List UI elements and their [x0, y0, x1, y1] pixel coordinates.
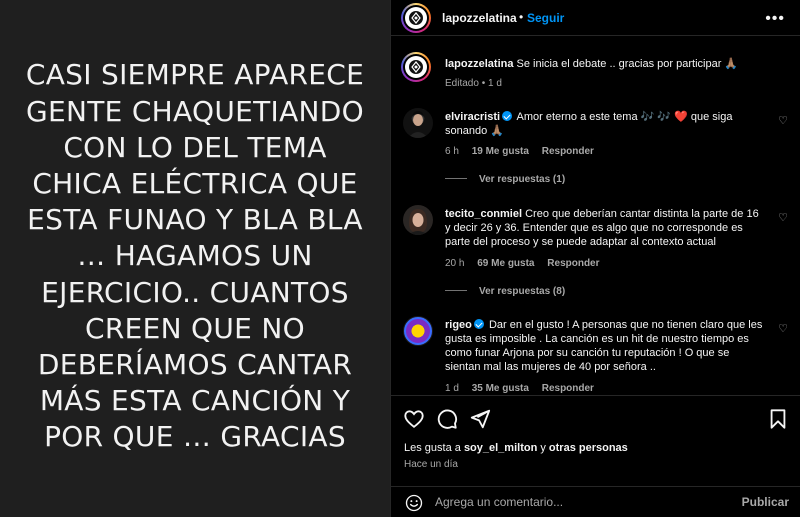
replies-divider [445, 290, 467, 291]
caption-avatar[interactable] [401, 52, 431, 82]
caption-text: Se inicia el debate .. gracias por parti… [516, 58, 739, 70]
comment-bubble-icon[interactable] [436, 408, 458, 430]
replies-divider [445, 178, 467, 179]
save-bookmark-icon[interactable] [767, 408, 789, 430]
comment-likes[interactable]: 19 Me gusta [472, 146, 529, 157]
post-caption: lapozzelatina Se inicia el debate .. gra… [391, 52, 800, 92]
caption-meta-separator: • [481, 78, 486, 89]
comment-like-heart-icon[interactable]: ♡ [777, 114, 789, 127]
view-replies-button[interactable]: Ver respuestas (1) [445, 174, 565, 185]
brand-logo-icon [405, 56, 427, 78]
likes-others-link[interactable]: otras personas [549, 442, 628, 454]
author-username[interactable]: lapozzelatina [442, 11, 517, 25]
post-timestamp[interactable]: Hace un día [404, 459, 458, 470]
comment-item: tecito_conmiel Creo que deberían cantar … [391, 205, 800, 300]
comment-text-line: elviracristi Amor eterno a este tema 🎶 🎶… [445, 110, 765, 138]
author-avatar[interactable] [401, 3, 431, 33]
comment-username[interactable]: tecito_conmiel [445, 208, 522, 220]
comment-like-heart-icon[interactable]: ♡ [777, 211, 789, 224]
comment-text: Dar en el gusto ! A personas que no tien… [445, 319, 763, 373]
comment-time: 6 h [445, 146, 459, 157]
view-replies-label: Ver respuestas (1) [479, 174, 566, 185]
caption-username[interactable]: lapozzelatina [445, 58, 513, 70]
brand-logo-icon [405, 7, 427, 29]
caption-time: 1 d [488, 78, 502, 89]
post-image[interactable]: CASI SIEMPRE APARECE GENTE CHAQUETIANDO … [0, 0, 390, 517]
more-horizontal-icon[interactable]: ••• [765, 10, 785, 28]
comment-meta: 20 h 69 Me gusta Responder [445, 258, 600, 269]
commenter-avatar[interactable] [403, 108, 433, 138]
comment-text-line: rigeo Dar en el gusto ! A personas que n… [445, 318, 765, 374]
likes-summary: Les gusta a soy_el_milton y otras person… [404, 442, 628, 454]
comment-like-heart-icon[interactable]: ♡ [777, 322, 789, 335]
header-separator: • [519, 10, 524, 24]
likes-suffix: y [537, 442, 549, 454]
commenter-avatar[interactable] [403, 316, 433, 346]
post-detail-panel: lapozzelatina • Seguir ••• lapozzelatina… [390, 0, 800, 517]
liker-username[interactable]: soy_el_milton [464, 442, 537, 454]
verified-badge-icon [502, 111, 513, 121]
emoji-icon[interactable] [405, 494, 423, 512]
comment-text-line: tecito_conmiel Creo que deberían cantar … [445, 207, 765, 249]
caption-meta: Editado • 1 d [445, 78, 502, 89]
verified-badge-icon [473, 319, 484, 329]
likes-prefix: Les gusta a [404, 442, 464, 454]
comment-input[interactable] [435, 492, 725, 512]
publish-button[interactable]: Publicar [742, 495, 789, 509]
comment-username[interactable]: elviracristi [445, 111, 500, 123]
caption-edited: Editado [445, 78, 479, 89]
view-replies-label: Ver respuestas (8) [479, 286, 566, 297]
comment-username[interactable]: rigeo [445, 319, 472, 331]
comment-likes[interactable]: 35 Me gusta [472, 383, 529, 394]
follow-button[interactable]: Seguir [527, 11, 564, 25]
reply-button[interactable]: Responder [547, 258, 599, 269]
comment-time: 1 d [445, 383, 459, 394]
comment-likes[interactable]: 69 Me gusta [477, 258, 534, 269]
reply-button[interactable]: Responder [542, 146, 594, 157]
caption-text-line: lapozzelatina Se inicia el debate .. gra… [445, 57, 795, 71]
like-heart-icon[interactable] [403, 408, 425, 430]
comment-time: 20 h [445, 258, 465, 269]
comment-item: rigeo Dar en el gusto ! A personas que n… [391, 316, 800, 396]
post-image-text: CASI SIEMPRE APARECE GENTE CHAQUETIANDO … [25, 58, 365, 454]
commenter-avatar[interactable] [403, 205, 433, 235]
comment-bar: Publicar [391, 486, 800, 516]
comment-item: elviracristi Amor eterno a este tema 🎶 🎶… [391, 108, 800, 188]
share-send-icon[interactable] [469, 408, 491, 430]
post-header: lapozzelatina • Seguir ••• [391, 0, 800, 36]
post-actions: Les gusta a soy_el_milton y otras person… [391, 395, 800, 515]
comment-meta: 6 h 19 Me gusta Responder [445, 146, 594, 157]
comment-meta: 1 d 35 Me gusta Responder [445, 383, 594, 394]
reply-button[interactable]: Responder [542, 383, 594, 394]
view-replies-button[interactable]: Ver respuestas (8) [445, 286, 565, 297]
